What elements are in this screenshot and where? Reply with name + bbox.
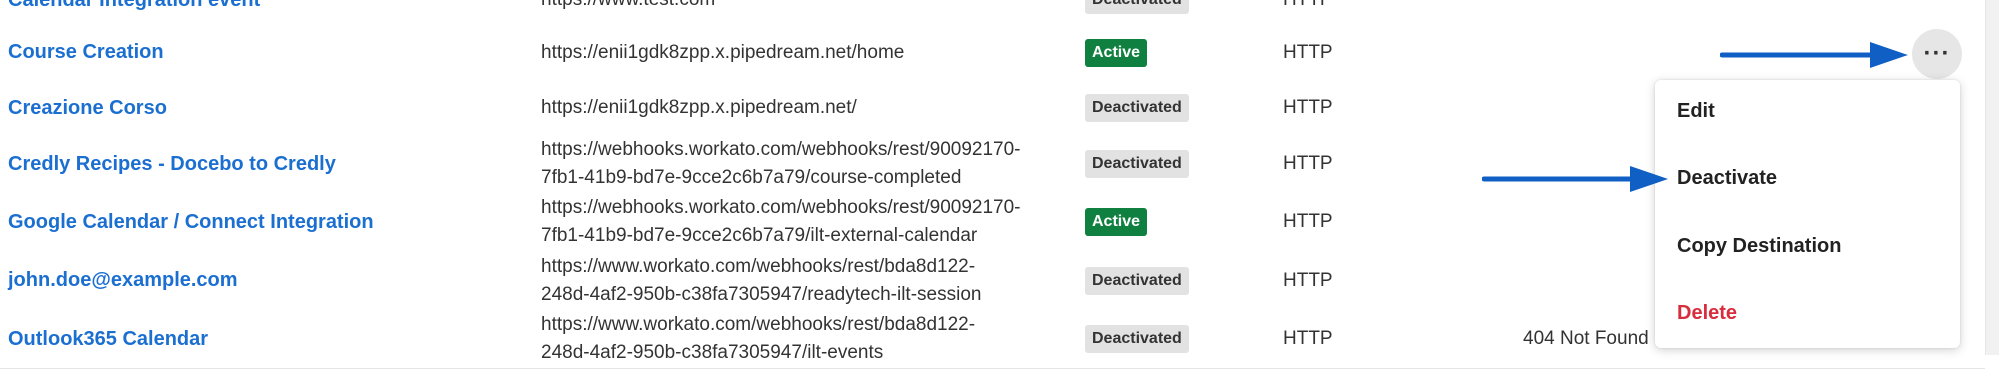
webhook-url: https://enii1gdk8zpp.x.pipedream.net/ bbox=[541, 97, 857, 118]
webhook-name-link[interactable]: john.doe@example.com bbox=[8, 251, 238, 310]
webhook-url: https://enii1gdk8zpp.x.pipedream.net/hom… bbox=[541, 41, 905, 63]
webhook-url: https://webhooks.workato.com/webhooks/re… bbox=[541, 197, 1021, 246]
webhook-name-link[interactable]: Credly Recipes - Docebo to Credly bbox=[8, 135, 336, 193]
menu-item-copy-destination[interactable]: Copy Destination bbox=[1677, 235, 1841, 258]
status-cell: Active bbox=[1085, 193, 1148, 251]
status-badge: Deactivated bbox=[1085, 150, 1189, 178]
annotation-arrow-icon bbox=[1482, 166, 1668, 192]
status-cell: Deactivated bbox=[1085, 0, 1189, 24]
more-actions-button[interactable]: ··· bbox=[1912, 29, 1962, 79]
status-cell: Deactivated bbox=[1085, 135, 1189, 193]
status-cell: Deactivated bbox=[1085, 310, 1189, 368]
actions-menu: Edit Deactivate Copy Destination Delete bbox=[1655, 80, 1960, 348]
webhook-name-link[interactable]: Google Calendar / Connect Integration bbox=[8, 193, 374, 251]
webhook-url: https://www.workato.com/webhooks/rest/bd… bbox=[541, 314, 976, 363]
webhook-type: HTTP bbox=[1283, 97, 1333, 118]
ellipsis-icon: ··· bbox=[1923, 40, 1951, 67]
menu-item-deactivate[interactable]: Deactivate bbox=[1677, 167, 1777, 190]
table-row: Course Creation https://enii1gdk8zpp.x.p… bbox=[0, 24, 1985, 82]
webhook-type: HTTP bbox=[1283, 153, 1333, 174]
status-badge: Deactivated bbox=[1085, 94, 1189, 122]
annotation-arrow-icon bbox=[1720, 42, 1908, 68]
webhook-type: HTTP bbox=[1283, 211, 1333, 232]
menu-item-edit[interactable]: Edit bbox=[1677, 100, 1715, 123]
table-row: Calendar Integration event https://www.t… bbox=[0, 0, 1985, 25]
response-status: 404 Not Found bbox=[1523, 310, 1671, 368]
status-badge: Deactivated bbox=[1085, 266, 1189, 295]
status-cell: Deactivated bbox=[1085, 251, 1189, 310]
status-badge: Active bbox=[1085, 208, 1148, 236]
status-cell: Active bbox=[1085, 24, 1148, 81]
status-badge: Deactivated bbox=[1085, 325, 1189, 353]
status-badge: Active bbox=[1085, 38, 1148, 67]
webhook-type: HTTP bbox=[1283, 41, 1333, 63]
status-cell: Deactivated bbox=[1085, 81, 1189, 135]
webhook-url: https://www.test.com bbox=[541, 0, 1081, 24]
webhook-url: https://www.workato.com/webhooks/rest/bd… bbox=[541, 255, 982, 305]
webhook-type: HTTP bbox=[1283, 328, 1333, 349]
scrollbar[interactable] bbox=[1985, 0, 1999, 355]
webhook-type: HTTP bbox=[1283, 0, 1333, 24]
webhook-type: HTTP bbox=[1283, 269, 1333, 291]
response-status-text: 404 Not Found bbox=[1523, 328, 1649, 349]
webhook-name-link[interactable]: Calendar Integration event bbox=[8, 0, 260, 24]
webhook-name-link[interactable]: Outlook365 Calendar bbox=[8, 310, 208, 368]
webhook-name-link[interactable]: Creazione Corso bbox=[8, 81, 167, 135]
status-badge: Deactivated bbox=[1085, 0, 1189, 14]
menu-item-delete[interactable]: Delete bbox=[1677, 302, 1737, 325]
webhook-name-link[interactable]: Course Creation bbox=[8, 24, 164, 81]
webhook-url: https://webhooks.workato.com/webhooks/re… bbox=[541, 139, 1021, 188]
